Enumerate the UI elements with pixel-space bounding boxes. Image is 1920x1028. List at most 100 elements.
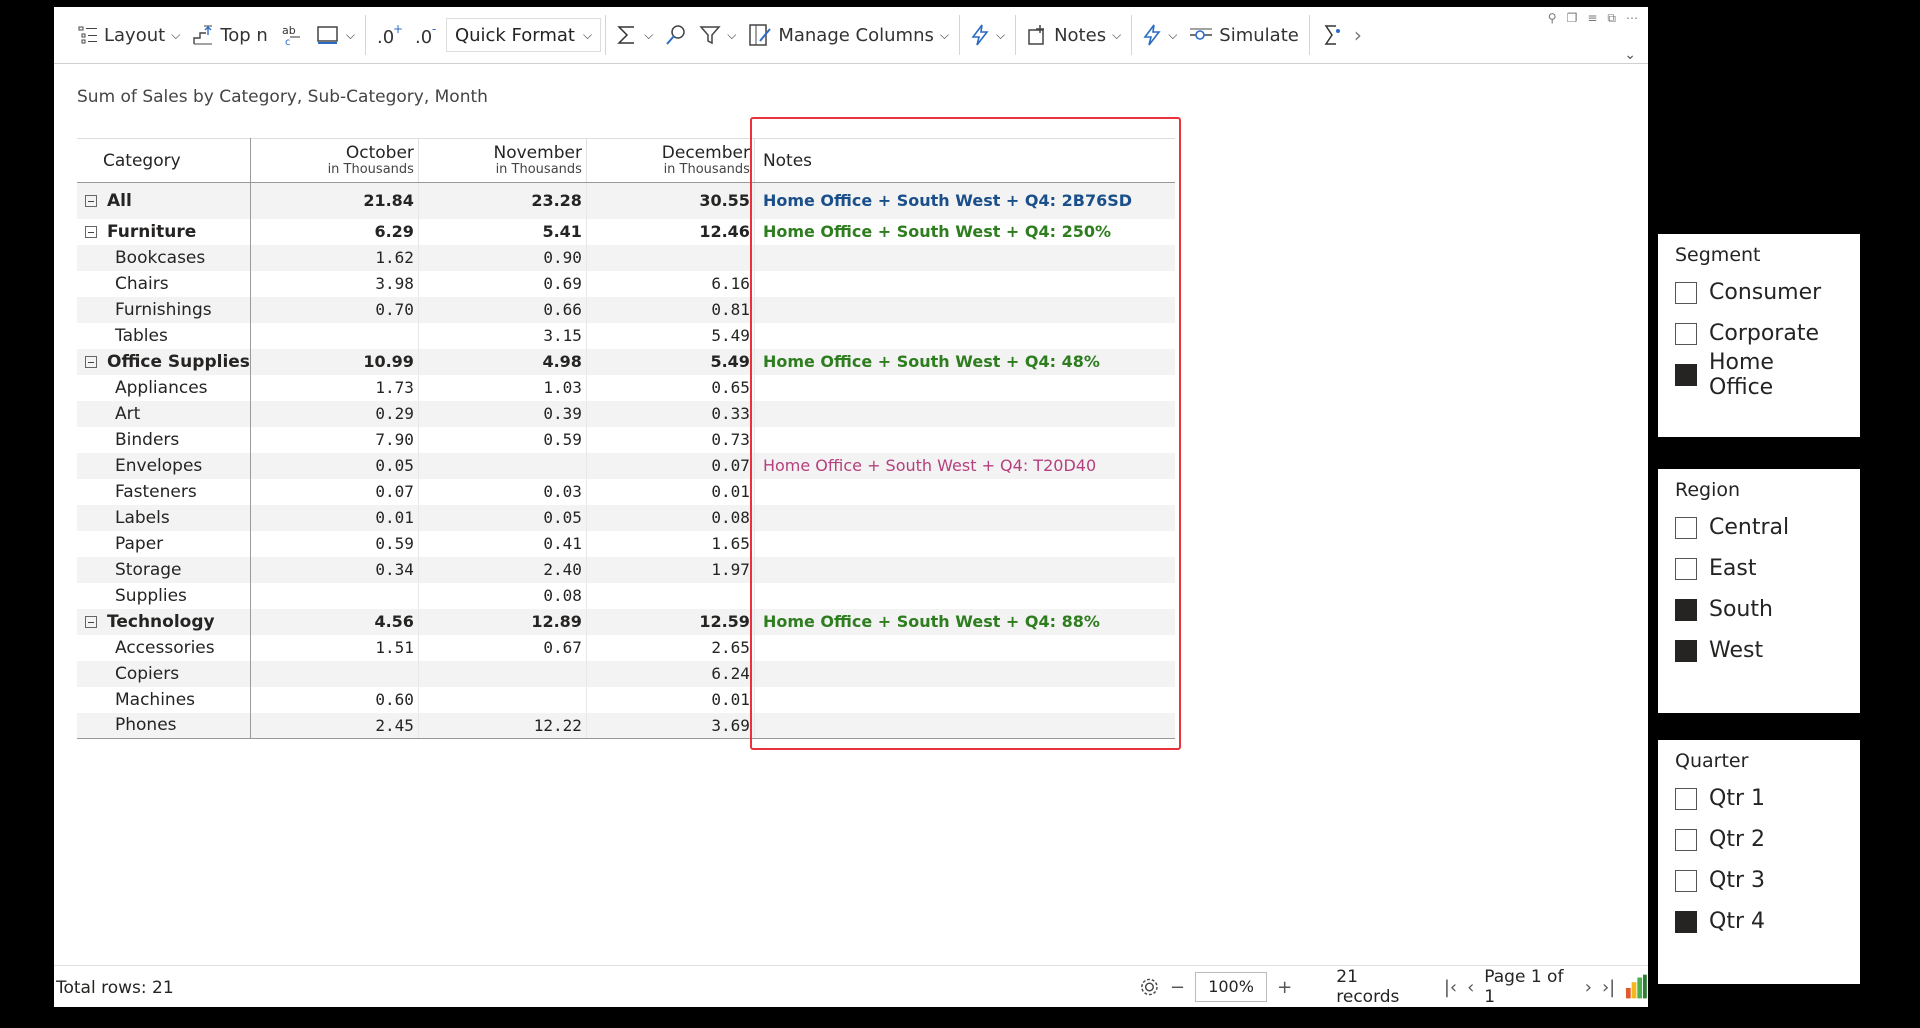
note-cell[interactable] xyxy=(754,660,1175,687)
note-cell[interactable] xyxy=(754,271,1175,297)
collapse-toolbar-icon[interactable]: ⌄ xyxy=(1624,47,1636,63)
checkbox[interactable] xyxy=(1675,363,1697,386)
checkbox[interactable] xyxy=(1675,787,1697,810)
note-cell[interactable] xyxy=(754,244,1175,271)
slicer-option[interactable]: Consumer xyxy=(1675,272,1843,313)
first-page-icon[interactable]: |‹ xyxy=(1444,977,1457,998)
prev-page-icon[interactable]: ‹ xyxy=(1467,977,1474,998)
note-cell[interactable] xyxy=(754,504,1175,531)
table-row[interactable]: Appliances 1.73 1.03 0.65 xyxy=(77,374,1175,401)
automation-button[interactable]: ⌵ xyxy=(1136,15,1183,55)
layout-button[interactable]: Layout ⌵ xyxy=(72,15,186,55)
copy-icon[interactable]: ❐ xyxy=(1567,11,1578,26)
checkbox[interactable] xyxy=(1675,516,1697,539)
collapse-icon[interactable] xyxy=(85,615,97,628)
insights-button[interactable] xyxy=(1314,15,1348,55)
note-cell[interactable] xyxy=(754,479,1175,505)
toolbar-scroll-right[interactable]: › xyxy=(1348,15,1368,55)
table-row[interactable]: Binders 7.90 0.59 0.73 xyxy=(77,426,1175,453)
slicer-option[interactable]: Qtr 2 xyxy=(1675,819,1843,860)
table-row[interactable]: Paper 0.59 0.41 1.65 xyxy=(77,530,1175,557)
decrease-decimal-button[interactable]: .0- xyxy=(408,15,446,55)
gear-icon[interactable] xyxy=(1139,976,1160,998)
table-row[interactable]: Supplies 0.08 xyxy=(77,582,1175,609)
note-cell[interactable] xyxy=(754,687,1175,713)
notes-button[interactable]: Notes ⌵ xyxy=(1020,15,1127,55)
note-cell[interactable] xyxy=(754,296,1175,323)
note-cell[interactable] xyxy=(754,531,1175,557)
slicer-option[interactable]: Qtr 3 xyxy=(1675,860,1843,901)
quick-action-button[interactable]: ⌵ xyxy=(964,15,1011,55)
slicer-option[interactable]: Corporate xyxy=(1675,313,1843,354)
checkbox[interactable] xyxy=(1675,828,1697,851)
more-options-icon[interactable]: ⋯ xyxy=(1626,11,1638,26)
checkbox[interactable] xyxy=(1675,557,1697,580)
table-row[interactable]: Accessories 1.51 0.67 2.65 xyxy=(77,634,1175,661)
note-cell[interactable]: Home Office + South West + Q4: 250% xyxy=(754,219,1175,245)
note-cell[interactable] xyxy=(754,556,1175,583)
table-row[interactable]: Art 0.29 0.39 0.33 xyxy=(77,400,1175,427)
filter-button[interactable]: ⌵ xyxy=(693,15,742,55)
sum-button[interactable]: ⌵ xyxy=(610,15,659,55)
manage-columns-button[interactable]: Manage Columns ⌵ xyxy=(742,15,955,55)
slicer-option[interactable]: South xyxy=(1675,589,1843,630)
slicer-option[interactable]: Qtr 1 xyxy=(1675,778,1843,819)
slicer-option[interactable]: Home Office xyxy=(1675,350,1843,400)
table-row[interactable]: All 21.84 23.28 30.55 Home Office + South We… xyxy=(77,182,1175,219)
note-cell[interactable]: Home Office + South West + Q4: 2B76SD xyxy=(754,182,1175,219)
note-cell[interactable]: Home Office + South West + Q4: 88% xyxy=(754,608,1175,635)
checkbox[interactable] xyxy=(1675,598,1697,621)
top-n-button[interactable]: Top n xyxy=(186,15,274,55)
next-page-icon[interactable]: › xyxy=(1585,977,1592,998)
collapse-icon[interactable] xyxy=(85,225,97,238)
table-row[interactable]: Storage 0.34 2.40 1.97 xyxy=(77,556,1175,583)
rename-button[interactable]: ab c xyxy=(274,15,310,55)
checkbox[interactable] xyxy=(1675,869,1697,892)
border-button[interactable]: ⌵ xyxy=(310,15,361,55)
collapse-icon[interactable] xyxy=(85,194,97,207)
slicer-option[interactable]: Central xyxy=(1675,507,1843,548)
table-row[interactable]: Technology 4.56 12.89 12.59 Home Office + So… xyxy=(77,608,1175,635)
checkbox[interactable] xyxy=(1675,910,1697,933)
column-header-november[interactable]: November in Thousands xyxy=(418,138,587,183)
notes-header[interactable]: Notes xyxy=(754,138,1175,183)
table-row[interactable]: Office Supplies 10.99 4.98 5.49 Home Office … xyxy=(77,348,1175,375)
table-row[interactable]: Labels 0.01 0.05 0.08 xyxy=(77,504,1175,531)
note-cell[interactable] xyxy=(754,375,1175,401)
note-cell[interactable] xyxy=(754,427,1175,453)
last-page-icon[interactable]: ›| xyxy=(1602,977,1615,998)
search-button[interactable] xyxy=(659,15,693,55)
zoom-out-button[interactable]: − xyxy=(1170,977,1185,998)
table-row[interactable]: Copiers 6.24 xyxy=(77,660,1175,687)
note-cell[interactable] xyxy=(754,635,1175,661)
note-cell[interactable] xyxy=(754,400,1175,427)
focus-mode-icon[interactable]: ⧉ xyxy=(1607,11,1616,26)
table-row[interactable]: Chairs 3.98 0.69 6.16 xyxy=(77,270,1175,297)
zoom-in-button[interactable]: + xyxy=(1277,977,1292,998)
table-row[interactable]: Tables 3.15 5.49 xyxy=(77,322,1175,349)
note-cell[interactable]: Home Office + South West + Q4: T20D40 xyxy=(754,452,1175,479)
checkbox[interactable] xyxy=(1675,322,1697,345)
category-header[interactable]: Category xyxy=(77,138,251,183)
table-row[interactable]: Bookcases 1.62 0.90 xyxy=(77,244,1175,271)
table-row[interactable]: Furnishings 0.70 0.66 0.81 xyxy=(77,296,1175,323)
note-cell[interactable]: Home Office + South West + Q4: 48% xyxy=(754,348,1175,375)
slicer-option[interactable]: Qtr 4 xyxy=(1675,901,1843,942)
table-row[interactable]: Phones 2.45 12.22 3.69 xyxy=(77,712,1175,739)
increase-decimal-button[interactable]: .0 + xyxy=(370,15,408,55)
checkbox[interactable] xyxy=(1675,639,1697,662)
filter-pane-icon[interactable]: ≡ xyxy=(1587,11,1597,26)
table-row[interactable]: Fasteners 0.07 0.03 0.01 xyxy=(77,478,1175,505)
note-cell[interactable] xyxy=(754,323,1175,349)
column-header-december[interactable]: December in Thousands xyxy=(586,138,755,183)
table-row[interactable]: Machines 0.60 0.01 xyxy=(77,686,1175,713)
pin-icon[interactable]: ⚲ xyxy=(1548,11,1557,26)
slicer-option[interactable]: East xyxy=(1675,548,1843,589)
table-row[interactable]: Envelopes 0.05 0.07 Home Office + South Wes… xyxy=(77,452,1175,479)
collapse-icon[interactable] xyxy=(85,355,97,368)
column-header-october[interactable]: October in Thousands xyxy=(250,138,419,183)
note-cell[interactable] xyxy=(754,583,1175,609)
note-cell[interactable] xyxy=(754,712,1175,739)
simulate-button[interactable]: Simulate xyxy=(1183,15,1305,55)
slicer-option[interactable]: West xyxy=(1675,630,1843,671)
